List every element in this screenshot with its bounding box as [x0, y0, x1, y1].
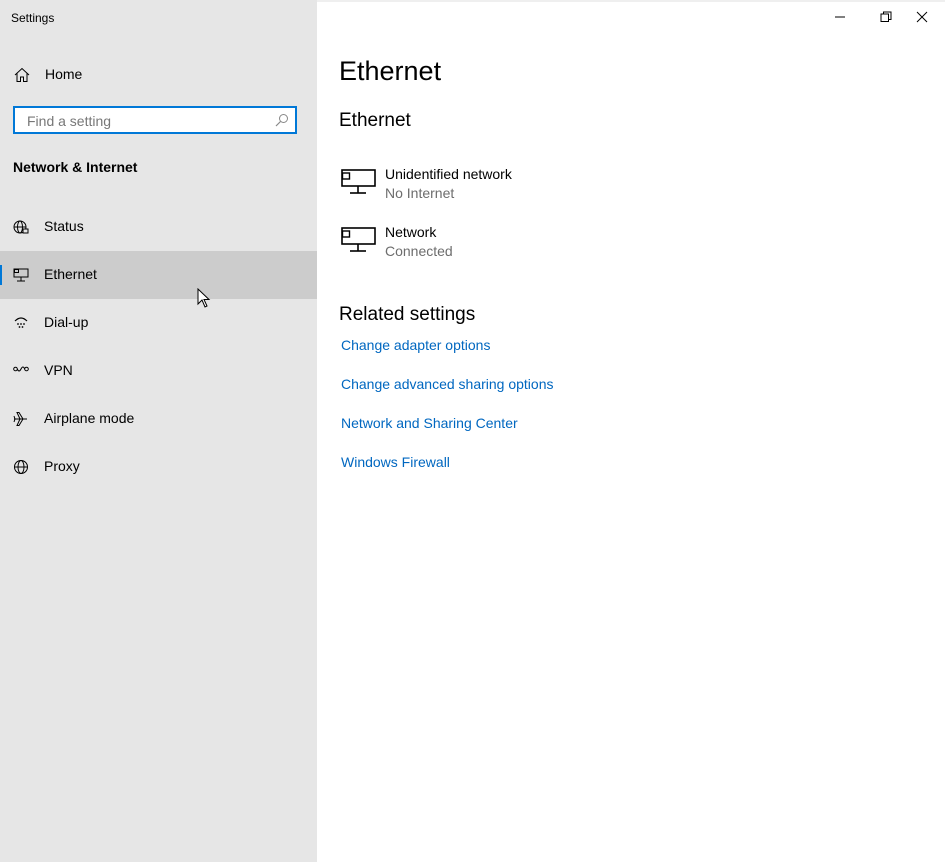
- restore-icon: [880, 11, 892, 22]
- sidebar-item-label: Dial-up: [44, 314, 89, 330]
- ethernet-icon: [13, 268, 29, 282]
- network-name: Unidentified network: [385, 166, 512, 182]
- close-icon: [916, 11, 928, 23]
- page-title: Ethernet: [339, 56, 442, 86]
- search-input[interactable]: [25, 108, 269, 134]
- home-label: Home: [45, 66, 83, 82]
- network-status: Connected: [385, 243, 453, 259]
- home-button[interactable]: Home: [0, 58, 317, 92]
- minimize-button[interactable]: [817, 0, 863, 34]
- sidebar-item-dial-up[interactable]: Dial-up: [0, 299, 317, 347]
- globe-icon: [14, 460, 28, 474]
- network-name: Network: [385, 224, 437, 240]
- network-and-sharing-center-link[interactable]: Network and Sharing Center: [341, 415, 518, 431]
- vpn-icon: [13, 366, 29, 372]
- search-icon[interactable]: [275, 113, 289, 127]
- sidebar-item-label: VPN: [44, 362, 73, 378]
- ethernet-network-icon: [341, 227, 376, 252]
- network-status: No Internet: [385, 185, 455, 201]
- airplane-icon: [13, 412, 27, 426]
- change-adapter-options-link[interactable]: Change adapter options: [341, 337, 490, 353]
- sidebar-item-label: Proxy: [44, 458, 80, 474]
- change-advanced-sharing-options-link[interactable]: Change advanced sharing options: [341, 376, 554, 392]
- app-title: Settings: [11, 11, 55, 25]
- sidebar-item-vpn[interactable]: VPN: [0, 347, 317, 395]
- home-icon: [14, 67, 30, 82]
- search-box[interactable]: [13, 106, 297, 134]
- selection-indicator: [0, 265, 2, 285]
- close-button[interactable]: [899, 0, 945, 34]
- minimize-icon: [835, 16, 845, 18]
- section-subtitle: Ethernet: [339, 110, 411, 131]
- sidebar-item-ethernet[interactable]: Ethernet: [0, 251, 317, 299]
- network-item-network[interactable]: Network Connected: [339, 224, 739, 268]
- sidebar-item-label: Airplane mode: [44, 410, 135, 426]
- windows-firewall-link[interactable]: Windows Firewall: [341, 454, 450, 470]
- sidebar-item-label: Ethernet: [44, 266, 97, 282]
- sidebar-item-airplane-mode[interactable]: Airplane mode: [0, 395, 317, 443]
- ethernet-network-icon: [341, 169, 376, 194]
- sidebar-item-proxy[interactable]: Proxy: [0, 443, 317, 491]
- related-settings-title: Related settings: [339, 304, 476, 325]
- section-title: Network & Internet: [13, 159, 138, 175]
- sidebar-item-status[interactable]: Status: [0, 203, 317, 251]
- dial-up-icon: [14, 317, 28, 328]
- mouse-cursor-icon: [197, 288, 211, 308]
- sidebar: Settings Home Network & Internet Status: [0, 0, 317, 862]
- globe-status-icon: [13, 220, 29, 234]
- sidebar-item-label: Status: [44, 218, 84, 234]
- network-item-unidentified[interactable]: Unidentified network No Internet: [339, 166, 739, 210]
